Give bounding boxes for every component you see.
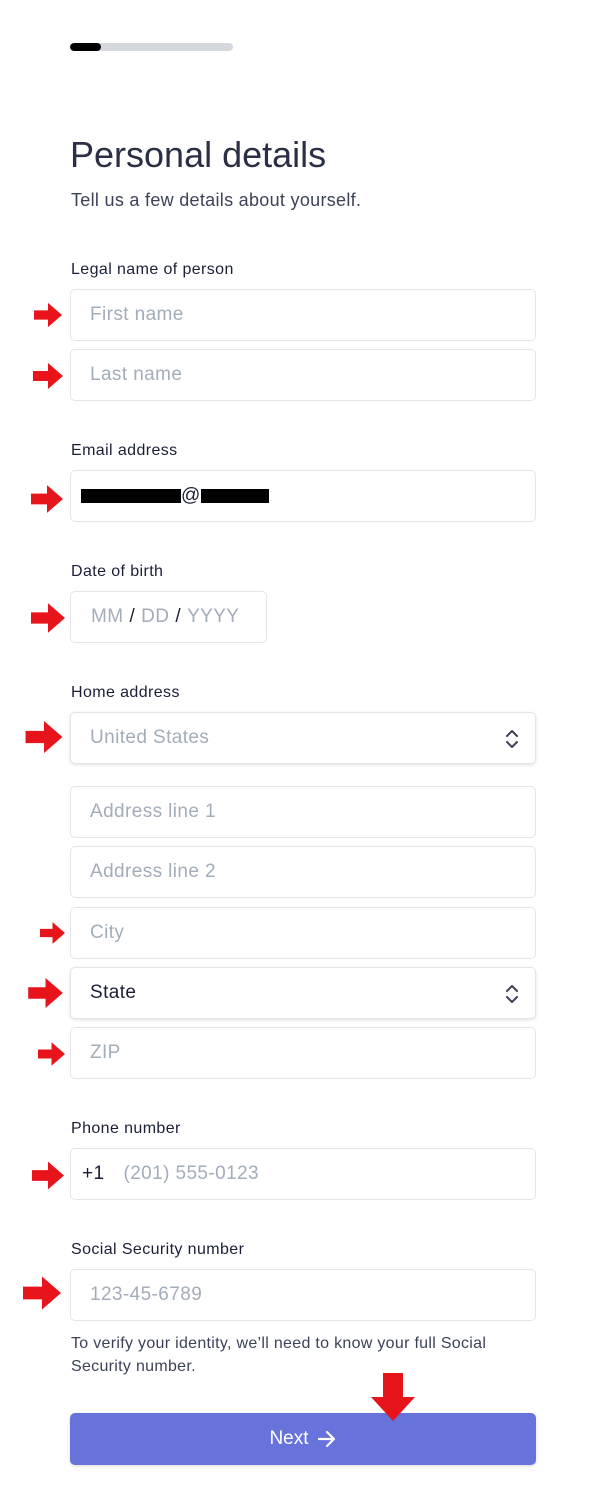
city-input[interactable]: City — [70, 907, 536, 959]
first-name-placeholder: First name — [90, 304, 184, 325]
first-name-input[interactable]: First name — [70, 289, 536, 341]
home-address-label: Home address — [71, 684, 180, 701]
state-select[interactable]: State — [70, 967, 536, 1019]
annotation-arrow-icon — [38, 1041, 65, 1067]
zip-placeholder: ZIP — [90, 1042, 121, 1063]
annotation-arrow-icon — [32, 1161, 64, 1190]
page-subtitle: Tell us a few details about yourself. — [71, 190, 362, 210]
country-value: United States — [90, 727, 210, 748]
dob-separator: / — [175, 606, 182, 627]
dob-month[interactable]: MM — [91, 606, 123, 628]
city-placeholder: City — [90, 922, 125, 943]
country-select[interactable]: United States — [70, 712, 536, 764]
dob-input[interactable]: MM / DD / YYYY — [70, 591, 267, 643]
last-name-placeholder: Last name — [90, 364, 183, 385]
address-line2-input[interactable]: Address line 2 — [70, 846, 536, 898]
email-label: Email address — [71, 442, 178, 459]
address-line2-placeholder: Address line 2 — [90, 861, 217, 882]
phone-placeholder: (201) 555-0123 — [123, 1163, 259, 1184]
dob-label: Date of birth — [71, 563, 164, 580]
ssn-help-text: To verify your identity, we’ll need to k… — [71, 1335, 487, 1375]
phone-country-code: +1 — [82, 1163, 105, 1184]
chevron-up-down-icon — [505, 983, 519, 1005]
phone-input[interactable]: +1 (201) 555-0123 — [70, 1148, 536, 1200]
annotation-arrow-icon — [40, 920, 65, 946]
ssn-input[interactable]: 123-45-6789 — [70, 1269, 536, 1321]
next-button[interactable]: Next — [70, 1413, 536, 1465]
annotation-arrow-icon — [31, 603, 65, 633]
address-line1-input[interactable]: Address line 1 — [70, 786, 536, 838]
last-name-input[interactable]: Last name — [70, 349, 536, 401]
arrow-right-icon — [317, 1430, 335, 1448]
chevron-up-down-icon — [505, 728, 519, 750]
annotation-arrow-icon — [24, 721, 64, 753]
page-title: Personal details — [70, 134, 327, 175]
address-line1-placeholder: Address line 1 — [90, 801, 217, 822]
dob-separator: / — [129, 606, 136, 627]
annotation-arrow-icon — [28, 978, 63, 1008]
email-value: @ — [181, 485, 201, 506]
annotation-arrow-icon — [33, 363, 63, 389]
redacted-email-domain — [200, 489, 269, 503]
state-value: State — [90, 982, 137, 1003]
ssn-placeholder: 123-45-6789 — [90, 1284, 203, 1305]
legal-name-label: Legal name of person — [71, 261, 234, 278]
zip-input[interactable]: ZIP — [70, 1027, 536, 1079]
annotation-arrow-icon — [23, 1275, 61, 1311]
redacted-email-user — [81, 489, 181, 503]
annotation-arrow-down-icon — [371, 1373, 415, 1421]
progress-bar — [70, 43, 233, 51]
phone-label: Phone number — [71, 1120, 181, 1137]
annotation-arrow-icon — [31, 484, 63, 514]
next-label: Next — [269, 1428, 309, 1449]
ssn-label: Social Security number — [71, 1241, 245, 1258]
email-input[interactable]: @ — [70, 470, 536, 522]
dob-year[interactable]: YYYY — [187, 606, 239, 628]
annotation-arrow-icon — [34, 302, 62, 328]
progress-fill — [70, 43, 101, 51]
dob-day[interactable]: DD — [141, 606, 169, 628]
